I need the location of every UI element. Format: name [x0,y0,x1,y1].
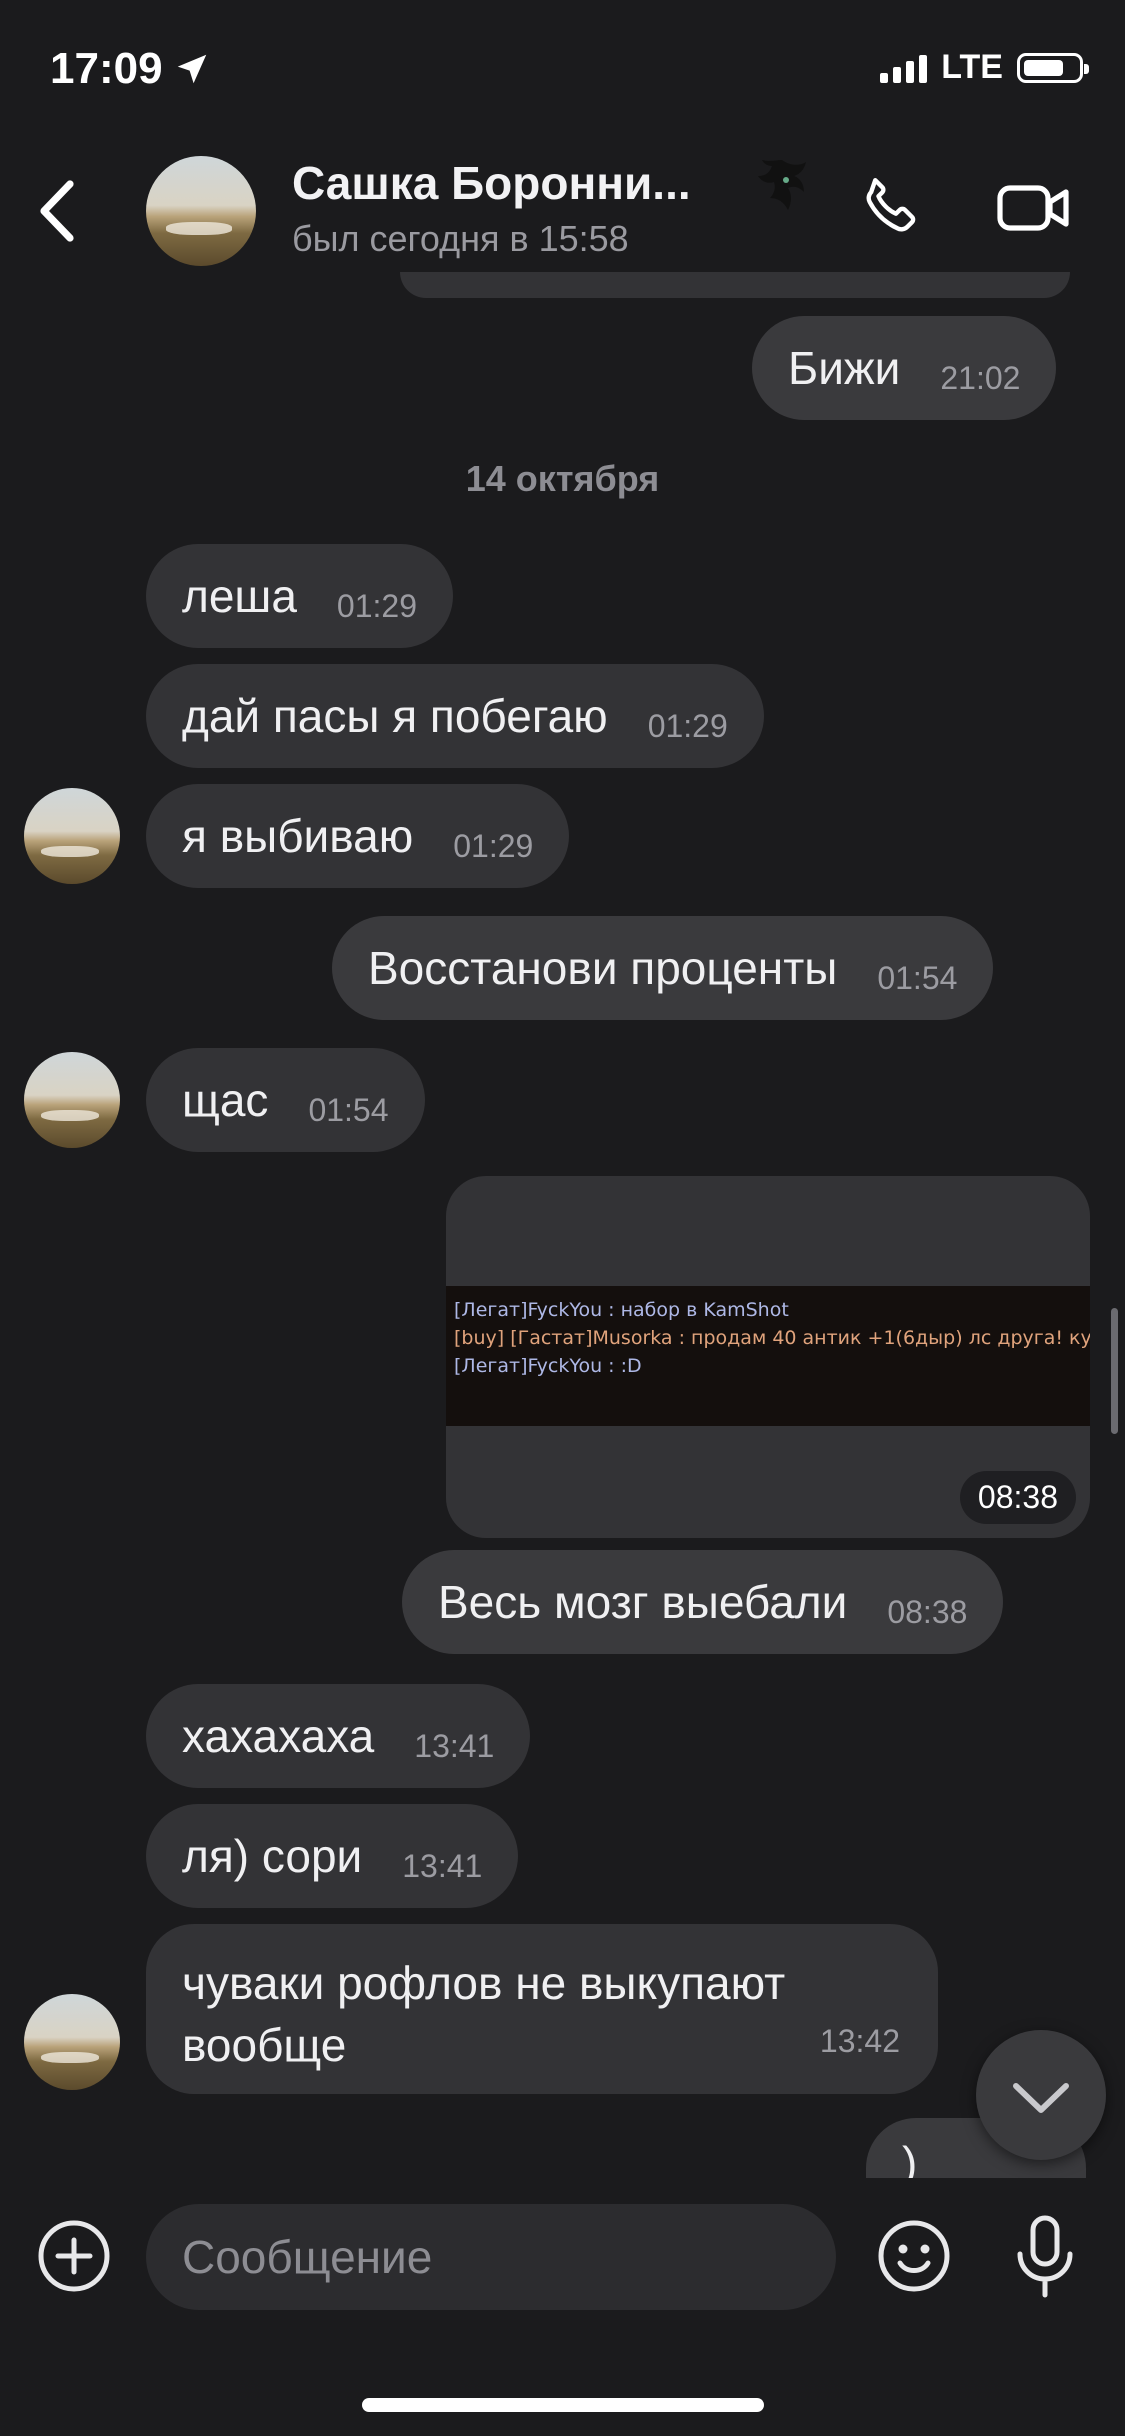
network-label: LTE [941,48,1003,86]
message-bubble-out[interactable]: Весь мозг выебали 08:38 [402,1550,1004,1654]
game-chat-line: [Легат]FyckYou : :D [454,1355,642,1377]
message-text: я выбиваю [182,810,414,862]
video-call-button[interactable] [996,178,1072,238]
plus-circle-icon [38,2220,110,2292]
chevron-down-icon [1013,2083,1069,2113]
message-time: 21:02 [940,359,1021,396]
microphone-icon [1017,2215,1073,2298]
clock-text: 17:09 [50,44,163,93]
location-arrow-icon [177,54,206,84]
message-bubble-in[interactable]: я выбиваю 01:29 [146,784,570,888]
message-text: щас [182,1074,269,1126]
message-bubble-in[interactable]: хахахаха 13:41 [146,1684,531,1788]
message-text: ля) сори [182,1830,363,1882]
message-bubble-out[interactable]: Бижи 21:02 [752,316,1057,420]
message-time: 01:54 [308,1091,389,1128]
sender-avatar[interactable] [24,1994,120,2090]
message-input[interactable] [146,2204,836,2310]
message-text: Восстанови проценты [368,942,838,994]
message-time: 13:42 [819,2023,900,2059]
call-button[interactable] [856,172,926,242]
message-text: Весь мозг выебали [438,1576,848,1628]
sender-avatar[interactable] [24,1052,120,1148]
message-time: 01:54 [877,959,958,996]
message-text: дай пасы я побегаю [182,690,608,742]
message-bubble-in[interactable]: ля) сори 13:41 [146,1804,519,1908]
attach-button[interactable] [36,2218,112,2294]
video-camera-icon [997,185,1069,231]
message-bubble-in[interactable]: чуваки рофлов не выкупают вообще 13:42 [146,1924,938,2094]
dragon-badge-icon [752,156,812,220]
last-seen-status: был сегодня в 15:58 [292,218,629,259]
game-chat-line: [buy] [Гастат]Musorka : продам 40 антик … [454,1327,1090,1349]
message-bubble-in[interactable]: дай пасы я побегаю 01:29 [146,664,764,768]
image-time-badge: 08:38 [959,1471,1076,1524]
game-chat-line: [Легат]FyckYou : набор в KamShot [454,1299,789,1321]
image-message[interactable]: [Легат]FyckYou : набор в KamShot [buy] [… [446,1176,1090,1538]
chevron-left-icon [40,180,74,242]
contact-name[interactable]: Сашка Боронни... [292,156,691,210]
partial-message-bubble [400,272,1070,298]
status-time: 17:09 [50,44,211,94]
message-time: 13:41 [414,1727,495,1764]
message-text: хахахаха [182,1710,375,1762]
message-time: 01:29 [336,587,417,624]
smiley-icon [878,2220,950,2292]
emoji-button[interactable] [876,2218,952,2294]
message-text: чуваки рофлов не выкупают вообще [182,1957,786,2071]
signal-icon [880,53,928,83]
message-bubble-in[interactable]: щас 01:54 [146,1048,425,1152]
back-button[interactable] [30,176,90,246]
battery-icon [1017,52,1089,83]
contact-avatar[interactable] [146,156,256,266]
message-time: 08:38 [887,1593,968,1630]
message-bubble-out[interactable]: Восстанови проценты 01:54 [332,916,994,1020]
message-text: леша [182,570,297,622]
message-time: 01:29 [647,707,728,744]
phone-icon [866,177,916,232]
home-indicator[interactable] [362,2398,764,2412]
scroll-to-bottom-button[interactable] [976,2030,1106,2160]
scrollbar[interactable] [1111,1308,1118,1434]
message-text: ) [902,2137,918,2178]
message-bubble-in[interactable]: леша 01:29 [146,544,453,648]
message-time: 01:29 [453,827,534,864]
message-text: Бижи [788,342,901,394]
status-indicators: LTE [880,48,1089,87]
game-chat-screenshot[interactable]: [Легат]FyckYou : набор в KamShot [buy] [… [446,1286,1090,1426]
date-separator: 14 октября [465,458,660,499]
sender-avatar[interactable] [24,788,120,884]
voice-message-button[interactable] [1010,2212,1080,2300]
message-time: 13:41 [402,1847,483,1884]
